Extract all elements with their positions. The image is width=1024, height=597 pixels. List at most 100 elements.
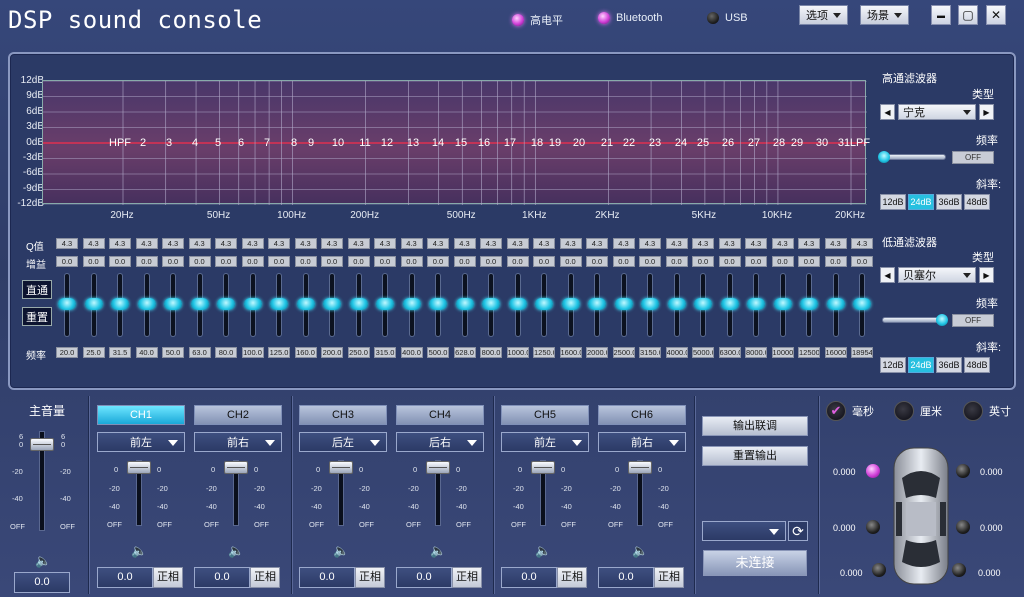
gain-value-field[interactable]: 0.0 (692, 256, 714, 267)
slider-knob[interactable] (217, 298, 235, 310)
eq-band-slider[interactable] (427, 272, 449, 338)
fader-knob[interactable] (127, 461, 151, 474)
slider-knob[interactable] (694, 298, 712, 310)
eq-band-slider[interactable] (56, 272, 78, 338)
speaker-mute-icon[interactable]: 🔈 (535, 543, 551, 559)
slider-knob[interactable] (853, 298, 871, 310)
freq-value-field[interactable]: 12500 (798, 347, 820, 358)
speaker-mute-icon[interactable]: 🔈 (430, 543, 446, 559)
gain-value-field[interactable]: 0.0 (798, 256, 820, 267)
eq-band-slider[interactable] (507, 272, 529, 338)
slider-knob[interactable] (429, 298, 447, 310)
delay-front-right[interactable]: 0.000 (980, 467, 1003, 477)
channel-position-select[interactable]: 前右 (194, 432, 282, 452)
eq-band-slider[interactable] (162, 272, 184, 338)
fader-knob[interactable] (426, 461, 450, 474)
fader-knob[interactable] (628, 461, 652, 474)
freq-value-field[interactable]: 6300.0 (718, 347, 741, 358)
q-value-field[interactable]: 4.3 (82, 238, 105, 249)
eq-band-slider[interactable] (719, 272, 741, 338)
gain-value-field[interactable]: 0.0 (639, 256, 661, 267)
slider-knob[interactable] (720, 298, 739, 310)
freq-value-field[interactable]: 800.0 (480, 347, 502, 358)
q-value-field[interactable]: 4.3 (215, 238, 237, 249)
eq-band-slider[interactable] (242, 272, 264, 338)
freq-value-field[interactable]: 250.0 (347, 347, 370, 358)
channel-position-select[interactable]: 前左 (501, 432, 589, 452)
q-value-field[interactable]: 4.3 (109, 238, 131, 249)
channel-position-select[interactable]: 后右 (396, 432, 484, 452)
freq-value-field[interactable]: 1000.0 (506, 347, 529, 358)
q-value-field[interactable]: 4.3 (162, 238, 184, 249)
channel-button-6[interactable]: CH6 (598, 405, 686, 425)
minimize-button[interactable]: ▬ (931, 5, 951, 25)
eq-band-slider[interactable] (189, 272, 211, 338)
slider-knob[interactable] (455, 298, 474, 310)
q-value-field[interactable]: 4.3 (480, 238, 502, 249)
q-value-field[interactable]: 4.3 (533, 238, 555, 249)
eq-band-slider[interactable] (374, 272, 396, 338)
options-menu-button[interactable]: 选项 (799, 5, 848, 25)
hpf-slope-48db[interactable]: 48dB (964, 194, 990, 210)
eq-band-slider[interactable] (83, 272, 105, 338)
master-volume-value[interactable]: 0.0 (14, 572, 70, 593)
gain-value-field[interactable]: 0.0 (745, 256, 767, 267)
q-value-field[interactable]: 4.3 (294, 238, 317, 249)
freq-value-field[interactable]: 10000 (771, 347, 794, 358)
freq-value-field[interactable]: 18954 (851, 347, 873, 358)
speaker-mid-right[interactable] (956, 520, 970, 534)
gain-value-field[interactable]: 0.0 (215, 256, 237, 267)
gain-value-field[interactable]: 0.0 (559, 256, 582, 267)
hpf-slope-12db[interactable]: 12dB (880, 194, 906, 210)
channel-volume-value[interactable]: 0.0 (396, 567, 452, 588)
freq-value-field[interactable]: 5000.0 (692, 347, 714, 358)
speaker-front-right[interactable] (956, 464, 970, 478)
eq-band-slider[interactable] (136, 272, 158, 338)
master-speaker-icon[interactable]: 🔈 (35, 553, 51, 569)
eq-band-slider[interactable] (798, 272, 820, 338)
gain-value-field[interactable]: 0.0 (135, 256, 158, 267)
eq-band-slider[interactable] (215, 272, 237, 338)
slider-knob[interactable] (376, 298, 394, 310)
slider-knob[interactable] (773, 298, 792, 310)
slider-knob[interactable] (323, 298, 341, 310)
freq-value-field[interactable]: 500.0 (427, 347, 449, 358)
channel-phase-button[interactable]: 正相 (250, 567, 280, 588)
q-value-field[interactable]: 4.3 (506, 238, 529, 249)
freq-value-field[interactable]: 160.0 (294, 347, 317, 358)
gain-value-field[interactable]: 0.0 (347, 256, 370, 267)
eq-band-slider[interactable] (454, 272, 476, 338)
lpf-slope-48db[interactable]: 48dB (964, 357, 990, 373)
channel-volume-value[interactable]: 0.0 (299, 567, 355, 588)
freq-value-field[interactable]: 1600.0 (559, 347, 582, 358)
unit-cm-radio[interactable]: 厘米 (894, 401, 942, 421)
slider-knob[interactable] (270, 298, 288, 310)
gain-value-field[interactable]: 0.0 (321, 256, 343, 267)
hpf-next-type-button[interactable]: ▶ (979, 104, 994, 120)
delay-mid-left[interactable]: 0.000 (833, 523, 856, 533)
gain-value-field[interactable]: 0.0 (718, 256, 741, 267)
slider-knob[interactable] (482, 298, 500, 310)
slider-knob[interactable] (164, 298, 182, 310)
gain-value-field[interactable]: 0.0 (82, 256, 105, 267)
fader-knob[interactable] (30, 438, 54, 451)
freq-value-field[interactable]: 16000 (824, 347, 847, 358)
q-value-field[interactable]: 4.3 (374, 238, 396, 249)
unit-inch-radio[interactable]: 英寸 (963, 401, 1011, 421)
slider-knob[interactable] (826, 298, 845, 310)
channel-volume-value[interactable]: 0.0 (97, 567, 153, 588)
gain-value-field[interactable]: 0.0 (241, 256, 264, 267)
delay-rear-right[interactable]: 0.000 (978, 568, 1001, 578)
slider-knob[interactable] (349, 298, 368, 310)
gain-value-field[interactable]: 0.0 (427, 256, 449, 267)
fader-knob[interactable] (224, 461, 248, 474)
eq-band-slider[interactable] (321, 272, 343, 338)
freq-value-field[interactable]: 63.0 (188, 347, 211, 358)
speaker-rear-left[interactable] (872, 563, 886, 577)
gain-value-field[interactable]: 0.0 (188, 256, 211, 267)
eq-band-slider[interactable] (348, 272, 370, 338)
channel-position-select[interactable]: 后左 (299, 432, 387, 452)
freq-value-field[interactable]: 400.0 (400, 347, 423, 358)
freq-value-field[interactable]: 125.0 (268, 347, 290, 358)
slider-knob[interactable] (190, 298, 209, 310)
